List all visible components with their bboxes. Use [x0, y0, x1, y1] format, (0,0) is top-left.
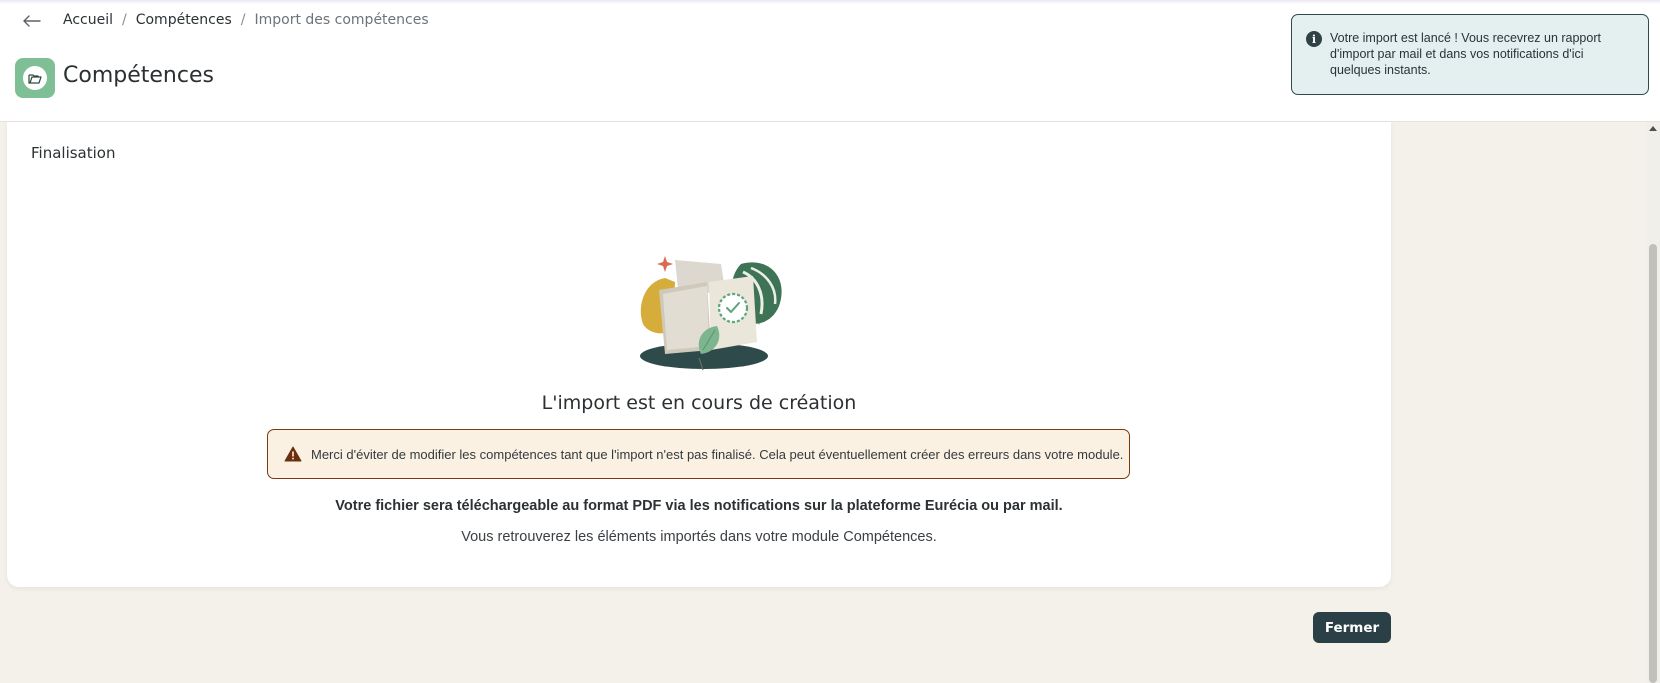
- breadcrumb-current: Import des compétences: [254, 12, 429, 28]
- back-arrow-icon[interactable]: [20, 9, 44, 33]
- header-shadow: [0, 0, 1660, 4]
- warning-triangle-icon: [284, 446, 302, 462]
- breadcrumb-separator: /: [240, 12, 246, 28]
- breadcrumb: Accueil / Compétences / Import des compé…: [63, 12, 429, 28]
- scroll-up-arrow-icon[interactable]: [1649, 126, 1657, 131]
- sparkle-icon: [657, 256, 673, 272]
- status-heading: L'import est en cours de création: [541, 392, 857, 414]
- breadcrumb-home-link[interactable]: Accueil: [63, 12, 113, 28]
- info-icon: i: [1306, 31, 1322, 47]
- folder-open-icon: [23, 66, 47, 90]
- book-with-badge-illustration: [640, 256, 782, 371]
- toast-message: Votre import est lancé ! Vous recevrez u…: [1330, 31, 1601, 77]
- warning-alert: Merci d'éviter de modifier les compétenc…: [267, 429, 1130, 479]
- breadcrumb-competences-link[interactable]: Compétences: [136, 12, 232, 28]
- finalisation-card: Finalisation L'import est en cours de cr…: [7, 122, 1391, 587]
- step-label: Finalisation: [31, 144, 116, 162]
- page-title: Compétences: [63, 63, 214, 88]
- close-button[interactable]: Fermer: [1313, 612, 1391, 643]
- warning-text: Merci d'éviter de modifier les compétenc…: [311, 446, 1124, 462]
- download-info-text: Votre fichier sera téléchargeable au for…: [335, 498, 1063, 514]
- import-toast: i Votre import est lancé ! Vous recevrez…: [1291, 14, 1649, 95]
- breadcrumb-separator: /: [122, 12, 127, 28]
- scrollbar-thumb[interactable]: [1649, 244, 1657, 683]
- app-icon: [15, 58, 55, 98]
- module-info-text: Vous retrouverez les éléments importés d…: [461, 529, 937, 545]
- vertical-scrollbar[interactable]: [1646, 122, 1660, 683]
